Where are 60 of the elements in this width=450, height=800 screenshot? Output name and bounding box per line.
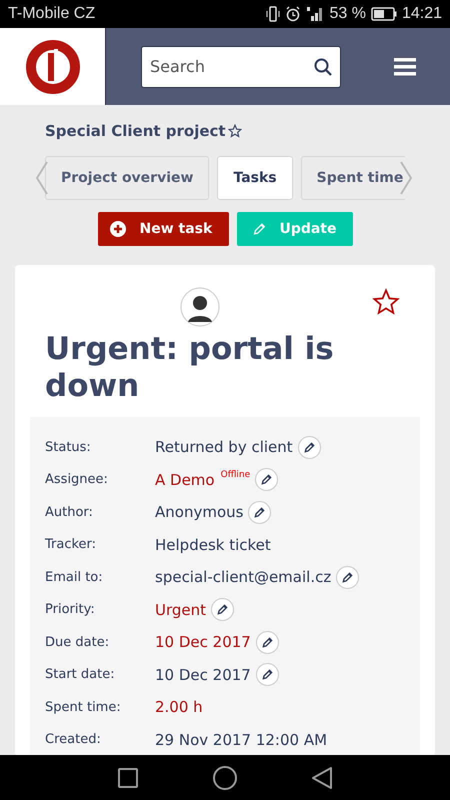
field-label: Created: [45, 732, 102, 748]
pencil-icon [217, 604, 228, 616]
battery-percent: 53 % [329, 5, 366, 23]
field-label: Start date: [45, 667, 116, 682]
project-title: Special Client project [45, 122, 226, 140]
pencil-icon [262, 636, 273, 648]
clock-time: 14:21 [402, 5, 442, 23]
task-title: Urgent: portal is down [45, 331, 335, 405]
field-value: A Demo [155, 470, 215, 489]
pencil-icon [254, 506, 266, 518]
field-value: Helpdesk ticket [155, 536, 271, 554]
home-icon[interactable] [212, 764, 238, 790]
field-value: 10 Dec 2017 [155, 666, 251, 684]
field-value: 2.00 h [155, 698, 203, 716]
edit-button[interactable] [211, 598, 234, 622]
new-task-button[interactable]: New task [98, 212, 228, 246]
logo-icon[interactable] [24, 38, 80, 94]
field-value: Urgent [155, 600, 206, 619]
pencil-icon [262, 669, 273, 680]
menu-icon[interactable] [394, 58, 416, 76]
carrier-name: T-Mobile CZ [8, 5, 96, 23]
field-label: Spent time: [45, 700, 122, 715]
search-icon[interactable] [314, 58, 332, 76]
edit-button[interactable] [255, 468, 278, 492]
avatar-icon [180, 287, 220, 327]
pencil-icon [252, 221, 266, 237]
vibrate-icon [266, 6, 280, 22]
field-value: Anonymous [155, 503, 244, 522]
recents-icon[interactable] [116, 766, 139, 788]
back-icon[interactable] [311, 766, 334, 790]
edit-button[interactable] [256, 630, 279, 654]
field-label: Tracker: [45, 537, 98, 552]
field-label: Status: [45, 440, 92, 455]
pencil-icon [261, 474, 272, 486]
edit-button[interactable] [248, 500, 272, 524]
field-label: Email to: [45, 570, 104, 585]
presence-status: Offline [220, 470, 250, 480]
plus-circle-icon [110, 221, 126, 237]
tab[interactable]: Tasks [217, 156, 293, 200]
search-field[interactable]: Search [141, 46, 341, 88]
edit-button[interactable] [256, 663, 279, 686]
edit-button[interactable] [336, 566, 360, 589]
edit-button[interactable] [298, 436, 321, 459]
tab[interactable]: Spent time [300, 156, 405, 200]
field-value: 10 Dec 2017 [155, 633, 251, 652]
pencil-icon [304, 442, 315, 453]
star-icon[interactable] [372, 288, 400, 316]
field-value: Returned by client [155, 438, 293, 456]
field-value: special-client@email.cz [155, 568, 332, 586]
field-label: Due date: [45, 634, 110, 650]
field-label: Author: [45, 504, 94, 520]
field-value: 29 Nov 2017 12:00 AM [155, 730, 328, 749]
battery-icon [370, 7, 397, 21]
signal-icon [306, 6, 324, 22]
alarm-icon [285, 6, 302, 22]
pencil-icon [342, 572, 354, 583]
field-label: Assignee: [45, 472, 109, 488]
tab[interactable]: Project overview [45, 156, 210, 200]
star-icon[interactable] [228, 124, 242, 138]
field-label: Priority: [45, 602, 96, 618]
